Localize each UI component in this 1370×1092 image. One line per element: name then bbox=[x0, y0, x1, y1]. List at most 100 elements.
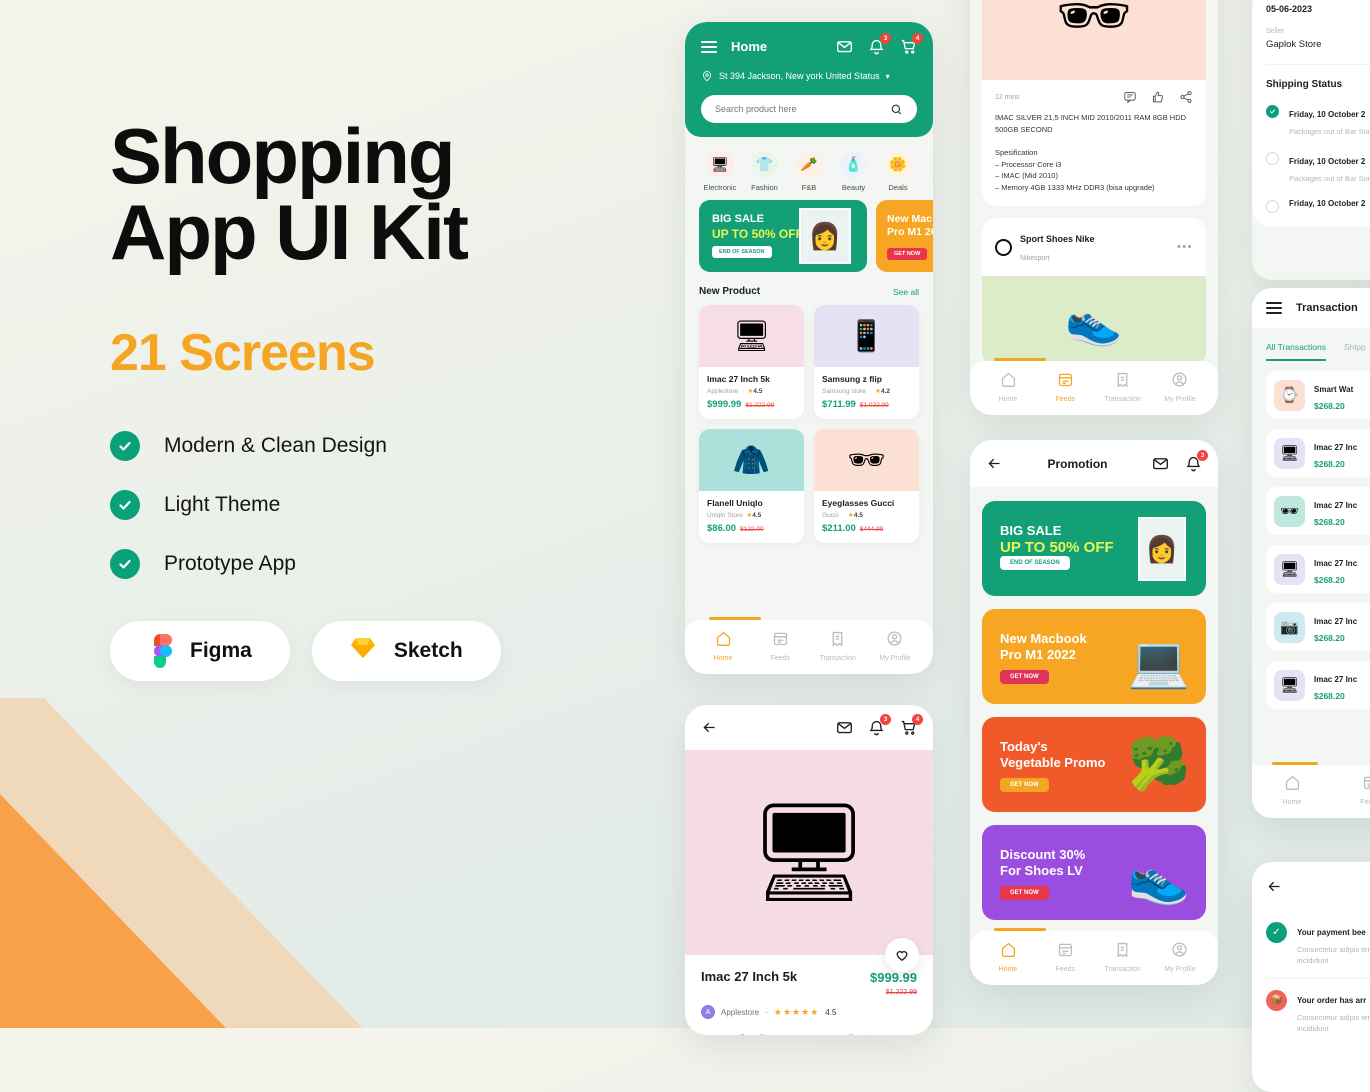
mail-icon[interactable] bbox=[836, 719, 853, 736]
step-desc: Packages out of Bar Sortation] bbox=[1289, 126, 1370, 137]
promo-banner[interactable]: Today's Vegetable Promo GET NOW 🥦 bbox=[982, 717, 1206, 812]
list-item: Friday, 10 October 2 Packages out of Bar… bbox=[1266, 104, 1370, 137]
nav-transaction[interactable]: Transaction bbox=[1097, 371, 1149, 403]
bell-icon[interactable]: 3 bbox=[868, 719, 885, 736]
list-item[interactable]: 📦 Your order has arr Consectetur adipis … bbox=[1252, 979, 1370, 1046]
table-row[interactable]: 🖥 Imac 27 Inc $268.20 bbox=[1266, 661, 1370, 709]
nav-profile[interactable]: My Profile bbox=[869, 630, 921, 662]
category-electronic[interactable]: 🖥 Electronic bbox=[699, 151, 741, 192]
mail-icon[interactable] bbox=[1152, 455, 1169, 472]
tab-all-transactions[interactable]: All Transactions bbox=[1266, 342, 1326, 361]
product-card[interactable]: 🕶 Eyeglasses Gucci Gucci · ★4.5 $211.00$… bbox=[814, 429, 919, 543]
arrow-left-icon[interactable] bbox=[1266, 878, 1283, 895]
feeds-icon bbox=[1057, 371, 1074, 388]
cart-icon[interactable]: 4 bbox=[900, 719, 917, 736]
cart-icon[interactable]: 4 bbox=[900, 38, 917, 55]
nav-label: Feeds bbox=[1039, 966, 1091, 973]
banner-chip[interactable]: END OF SEASON bbox=[1000, 556, 1070, 570]
nav-feeds[interactable]: Feeds bbox=[1344, 774, 1370, 806]
bell-icon[interactable]: 3 bbox=[1185, 455, 1202, 472]
step-title: Friday, 10 October 2 bbox=[1289, 199, 1365, 213]
product-rating: 4.5 bbox=[854, 512, 863, 519]
item-thumbnail: 🖥 bbox=[1274, 670, 1305, 701]
table-row[interactable]: ⌚ Smart Wat $268.20 bbox=[1266, 371, 1370, 419]
tab-review[interactable]: Review bbox=[809, 1033, 917, 1035]
list-item: Prototype App bbox=[110, 549, 670, 579]
mail-icon[interactable] bbox=[836, 38, 853, 55]
nav-feeds[interactable]: Feeds bbox=[1039, 371, 1091, 403]
transaction-header: Transaction bbox=[1252, 288, 1370, 328]
notification-desc: Consectetur adipis tempor incididunt bbox=[1297, 944, 1370, 967]
nav-label: My Profile bbox=[1154, 966, 1206, 973]
see-all-link[interactable]: See all bbox=[893, 287, 919, 297]
table-row[interactable]: 📷 Imac 27 Inc $268.20 bbox=[1266, 603, 1370, 651]
product-card[interactable]: 🧥 Flanell Uniqlo Uniqlo Store ★4.5 $86.0… bbox=[699, 429, 804, 543]
feature-label: Modern & Clean Design bbox=[164, 434, 387, 458]
heart-icon[interactable] bbox=[885, 938, 919, 972]
banner-chip[interactable]: GET NOW bbox=[1000, 886, 1049, 900]
promo-banner[interactable]: BIG SALE UP TO 50% OFF END OF SEASON 👩 bbox=[982, 501, 1206, 596]
nav-home[interactable]: Home bbox=[697, 630, 749, 662]
share-icon[interactable] bbox=[1179, 90, 1193, 104]
item-price: $268.20 bbox=[1314, 517, 1357, 527]
product-meta: Uniqlo Store ★4.5 bbox=[707, 511, 796, 519]
table-row[interactable]: 🖥 Imac 27 Inc $268.20 bbox=[1266, 429, 1370, 477]
post-author[interactable]: Sport Shoes Nike Nikesport ••• bbox=[982, 218, 1206, 276]
home-icon bbox=[715, 630, 732, 647]
promo-banner[interactable]: New Macbook Pro M1 2022 GET NOW 💻 bbox=[982, 609, 1206, 704]
arrow-left-icon[interactable] bbox=[986, 455, 1003, 472]
arrow-left-icon[interactable] bbox=[701, 719, 718, 736]
nav-home[interactable]: Home bbox=[982, 371, 1034, 403]
more-dots-icon[interactable]: ••• bbox=[1177, 241, 1193, 253]
search-input[interactable] bbox=[715, 104, 882, 114]
banner-image: 💻 bbox=[1128, 633, 1190, 692]
bell-icon[interactable]: 3 bbox=[868, 38, 885, 55]
item-price: $268.20 bbox=[1314, 401, 1353, 411]
sketch-button[interactable]: Sketch bbox=[312, 621, 501, 681]
category-deals[interactable]: 🌼 Deals bbox=[877, 151, 919, 192]
post-timestamp: 12 mins bbox=[995, 94, 1020, 101]
location-row[interactable]: St 394 Jackson, New york United Status ▾ bbox=[701, 70, 917, 82]
table-row[interactable]: 🕶 Imac 27 Inc $268.20 bbox=[1266, 487, 1370, 535]
product-price: $211.00$444.99 bbox=[822, 523, 911, 534]
list-item: Friday, 10 October 2 Packages out of Bar… bbox=[1266, 151, 1370, 184]
nav-profile[interactable]: My Profile bbox=[1154, 941, 1206, 973]
banner-big-sale[interactable]: BIG SALE UP TO 50% OFF END OF SEASON 👩 bbox=[699, 200, 867, 272]
product-card[interactable]: 📱 Samsung z flip Samsung store · ★4.2 $7… bbox=[814, 305, 919, 419]
product-name: Samsung z flip bbox=[822, 374, 911, 384]
chevron-down-icon[interactable]: ▾ bbox=[886, 72, 890, 81]
like-icon[interactable] bbox=[1151, 90, 1165, 104]
nav-feeds[interactable]: Feeds bbox=[754, 630, 806, 662]
comment-icon[interactable] bbox=[1123, 90, 1137, 104]
product-card[interactable]: 🖥 Imac 27 Inch 5k Applestore · ★4.5 $999… bbox=[699, 305, 804, 419]
phone-mockup-transaction: Transaction All Transactions Shipp ⌚ Sma… bbox=[1252, 288, 1370, 818]
nav-home[interactable]: Home bbox=[1266, 774, 1318, 806]
list-item[interactable]: ✓ Your payment bee Consectetur adipis te… bbox=[1252, 911, 1370, 978]
nav-home[interactable]: Home bbox=[982, 941, 1034, 973]
category-fnb[interactable]: 🥕 F&B bbox=[788, 151, 830, 192]
hamburger-icon[interactable] bbox=[1266, 302, 1282, 314]
figma-button[interactable]: Figma bbox=[110, 621, 290, 681]
tool-buttons: Figma Sketch bbox=[110, 621, 670, 681]
category-beauty[interactable]: 🧴 Beauty bbox=[833, 151, 875, 192]
tab-details[interactable]: Details bbox=[701, 1033, 809, 1035]
location-pin-icon bbox=[701, 70, 713, 82]
table-row[interactable]: 🖥 Imac 27 Inc $268.20 bbox=[1266, 545, 1370, 593]
hamburger-icon[interactable] bbox=[701, 41, 717, 53]
banner-new-macbook[interactable]: New Mac Pro M1 20 GET NOW bbox=[876, 200, 933, 272]
banner-chip[interactable]: GET NOW bbox=[1000, 670, 1049, 684]
item-price: $268.20 bbox=[1314, 691, 1357, 701]
search-bar[interactable] bbox=[701, 95, 917, 123]
feeds-icon bbox=[1362, 774, 1370, 791]
nav-transaction[interactable]: Transaction bbox=[812, 630, 864, 662]
nav-feeds[interactable]: Feeds bbox=[1039, 941, 1091, 973]
category-fashion[interactable]: 👕 Fashion bbox=[744, 151, 786, 192]
nav-transaction[interactable]: Transaction bbox=[1097, 941, 1149, 973]
product-meta: Samsung store · ★4.2 bbox=[822, 387, 911, 395]
promo-banner[interactable]: Discount 30% For Shoes LV GET NOW 👟 bbox=[982, 825, 1206, 920]
tab-shipping[interactable]: Shipp bbox=[1344, 342, 1366, 361]
nav-profile[interactable]: My Profile bbox=[1154, 371, 1206, 403]
cart-badge: 4 bbox=[912, 33, 923, 44]
banner-chip[interactable]: GET NOW bbox=[1000, 778, 1049, 792]
product-old-price: $1,222.99 bbox=[870, 989, 917, 996]
